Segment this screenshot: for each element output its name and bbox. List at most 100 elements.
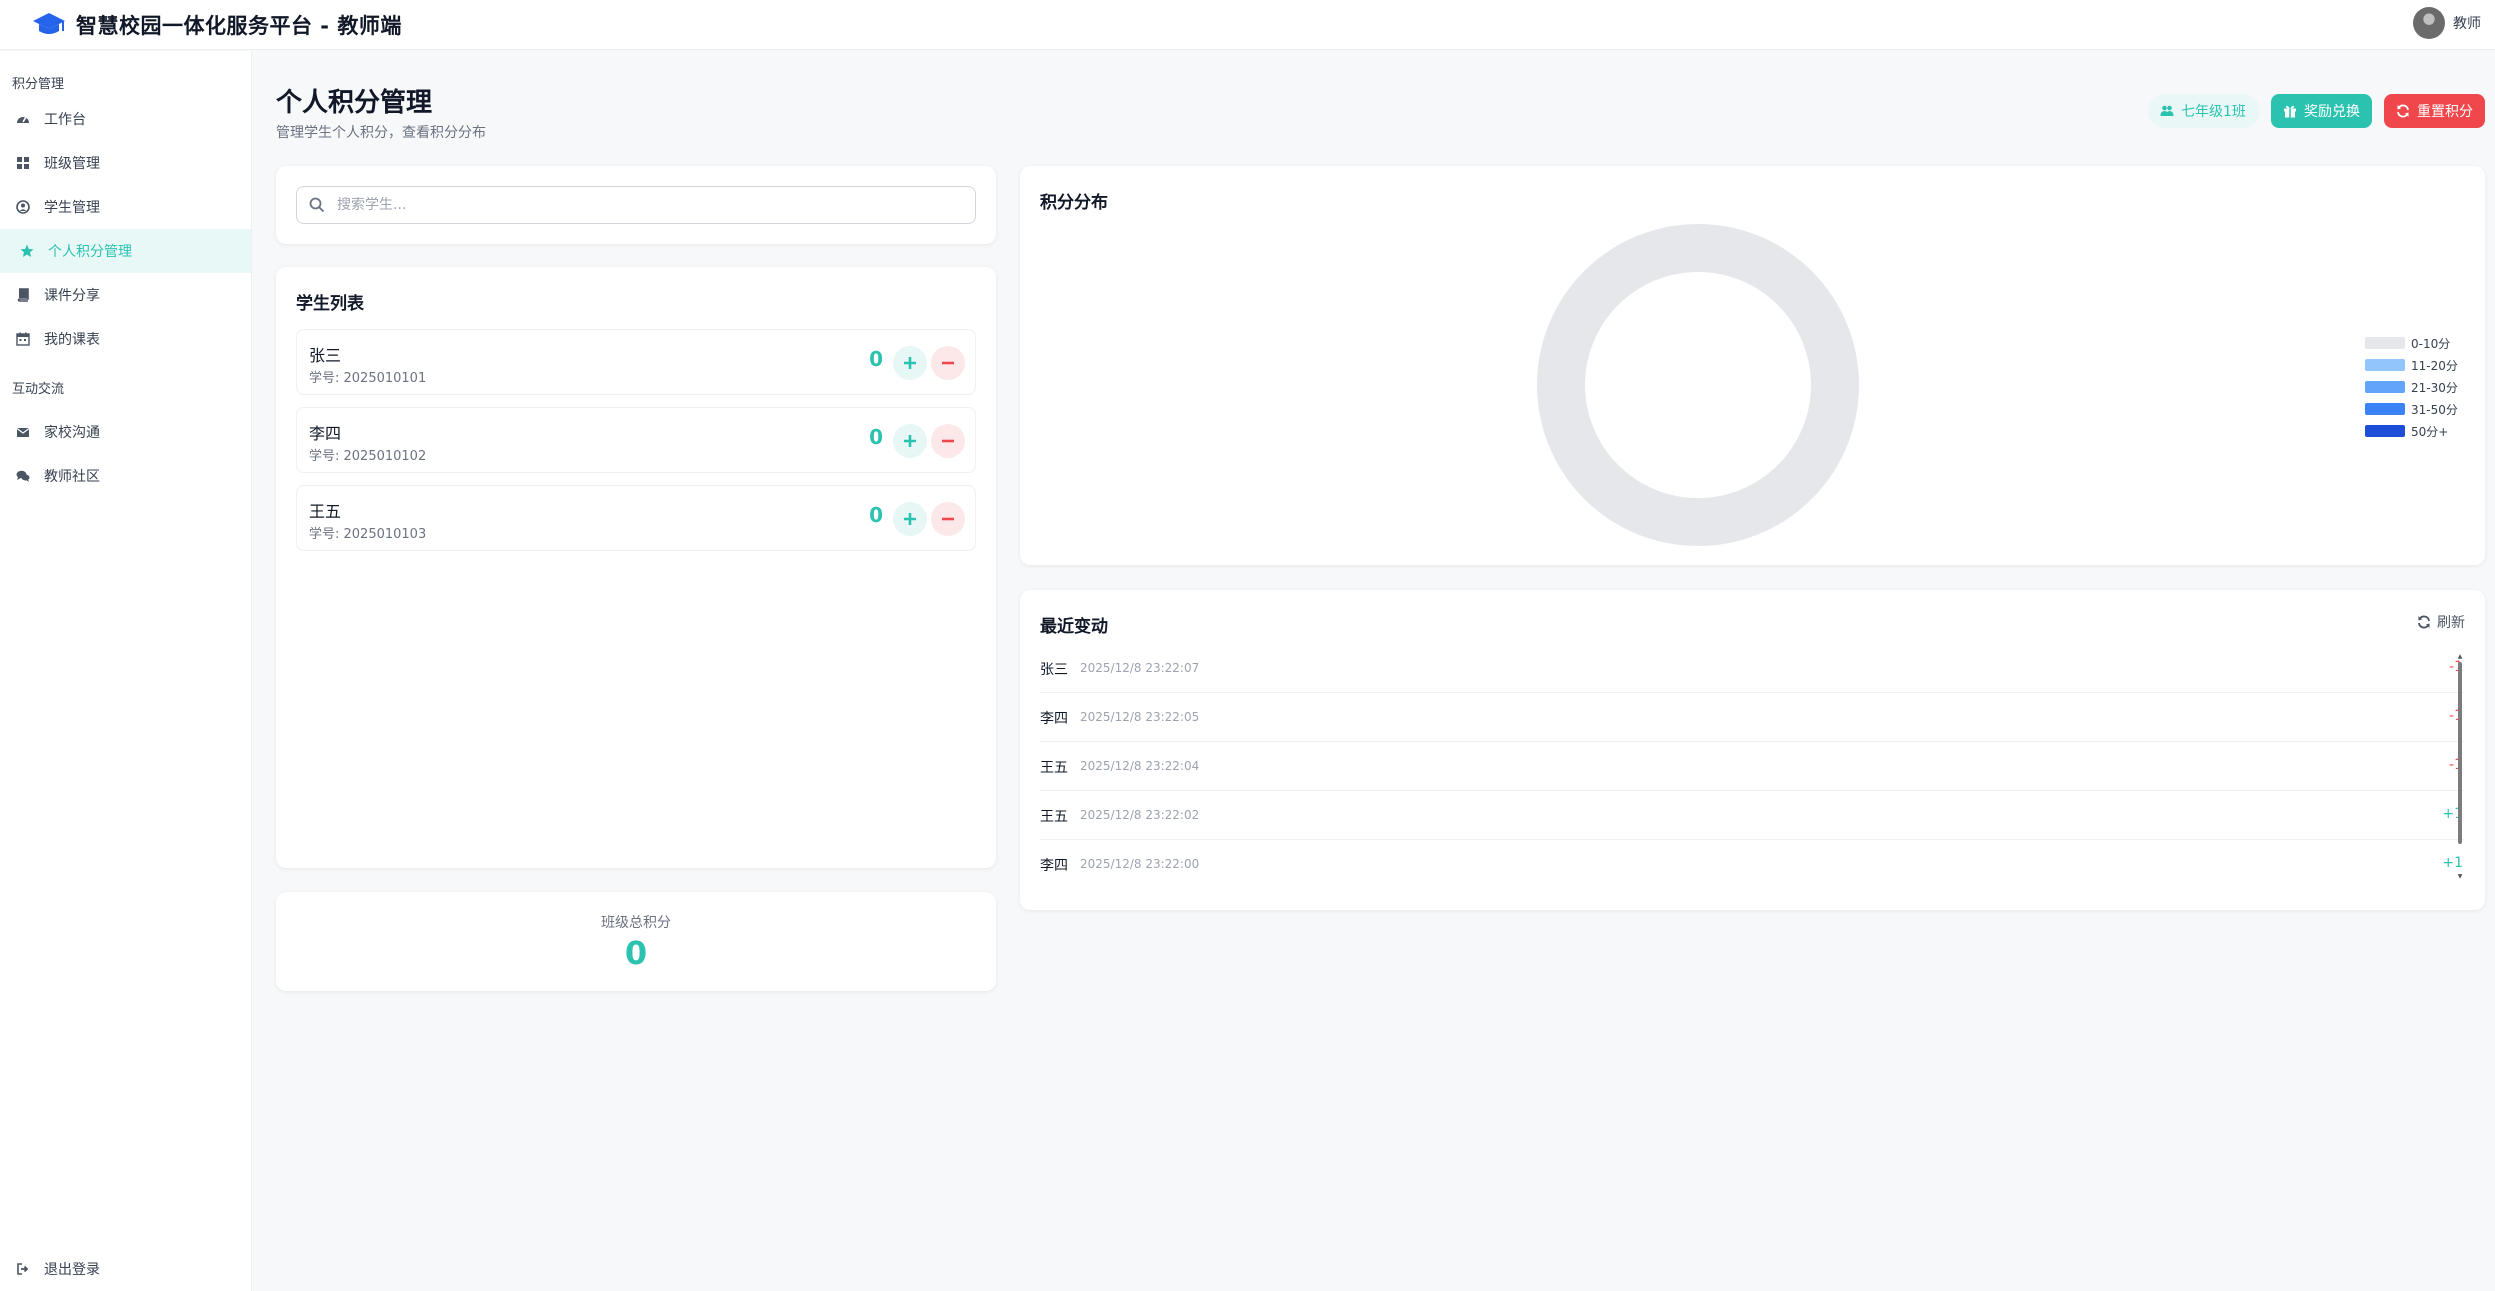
reset-points-button[interactable]: 重置积分 <box>2384 94 2485 128</box>
dashboard-icon <box>16 112 30 126</box>
recent-scrollbar[interactable]: ▲ ▼ <box>2457 654 2463 880</box>
student-row[interactable]: 张三 学号: 2025010101 0 <box>296 329 976 395</box>
list-item: 王五 2025/12/8 23:22:04 -1 <box>1040 742 2465 791</box>
legend-label: 0-10分 <box>2411 336 2451 351</box>
student-name: 张三 <box>309 346 342 365</box>
legend-swatch <box>2365 337 2405 349</box>
student-score: 0 <box>869 503 883 527</box>
plus-icon <box>904 357 916 369</box>
change-student-name: 王五 <box>1040 809 1068 825</box>
student-score: 0 <box>869 425 883 449</box>
scroll-thumb[interactable] <box>2458 662 2462 844</box>
reward-exchange-button[interactable]: 奖励兑换 <box>2271 94 2372 128</box>
sidebar-item-class[interactable]: 班级管理 <box>0 141 251 185</box>
legend-label: 50分+ <box>2411 424 2449 439</box>
student-row[interactable]: 李四 学号: 2025010102 0 <box>296 407 976 473</box>
scroll-down-arrow-icon[interactable]: ▼ <box>2457 874 2463 880</box>
logout-label: 退出登录 <box>44 1262 100 1278</box>
legend-swatch <box>2365 403 2405 415</box>
grid-icon <box>16 156 30 170</box>
plus-icon <box>904 513 916 525</box>
list-item: 李四 2025/12/8 23:22:05 -1 <box>1040 693 2465 742</box>
student-score: 0 <box>869 347 883 371</box>
legend-item[interactable]: 21-30分 <box>2365 376 2458 398</box>
distribution-donut-chart <box>1537 224 1859 546</box>
student-id: 学号: 2025010102 <box>309 449 427 464</box>
sidebar-group-interaction: 互动交流 <box>12 382 65 397</box>
brand[interactable]: 智慧校园一体化服务平台 - 教师端 <box>32 10 402 40</box>
envelope-icon <box>16 425 30 439</box>
change-time: 2025/12/8 23:22:04 <box>1080 759 1200 773</box>
sidebar: 积分管理 工作台 班级管理 学生管理 个人积分管理 课件分享 我的课表 互动交流… <box>0 51 252 1291</box>
legend-item[interactable]: 0-10分 <box>2365 332 2458 354</box>
list-item: 张三 2025/12/8 23:22:07 -1 <box>1040 644 2465 693</box>
sidebar-item-label: 我的课表 <box>44 332 100 348</box>
minus-icon <box>942 439 954 443</box>
change-time: 2025/12/8 23:22:02 <box>1080 808 1200 822</box>
legend-item[interactable]: 31-50分 <box>2365 398 2458 420</box>
change-student-name: 李四 <box>1040 711 1068 727</box>
pie-slice-0[interactable] <box>1537 224 1859 546</box>
student-list-card: 学生列表 张三 学号: 2025010101 0 李四 学号: 20250101… <box>276 267 996 868</box>
page-title: 个人积分管理 <box>276 88 433 118</box>
sidebar-item-courseware[interactable]: 课件分享 <box>0 273 251 317</box>
class-total-value: 0 <box>624 934 648 972</box>
calendar-icon <box>16 332 30 346</box>
distribution-card: 积分分布 0-10分 11-20分 21-30分 31-50分 50分+ <box>1020 166 2485 565</box>
user-name: 教师 <box>2453 16 2481 32</box>
app-title: 智慧校园一体化服务平台 - 教师端 <box>76 14 402 38</box>
graduation-cap-icon <box>33 13 65 34</box>
change-student-name: 张三 <box>1040 662 1068 678</box>
sidebar-item-schedule[interactable]: 我的课表 <box>0 317 251 361</box>
avatar[interactable] <box>2413 7 2445 39</box>
change-student-name: 李四 <box>1040 858 1068 874</box>
sidebar-item-community[interactable]: 教师社区 <box>0 454 251 498</box>
student-name: 王五 <box>309 502 342 521</box>
subtract-point-button[interactable] <box>931 346 965 380</box>
sidebar-item-label: 班级管理 <box>44 156 100 172</box>
class-select-button[interactable]: 七年级1班 <box>2148 94 2260 128</box>
add-point-button[interactable] <box>893 424 927 458</box>
gift-icon <box>2284 105 2296 118</box>
scroll-up-arrow-icon[interactable]: ▲ <box>2457 654 2463 660</box>
change-student-name: 王五 <box>1040 760 1068 776</box>
reset-points-label: 重置积分 <box>2417 104 2473 120</box>
class-total-card: 班级总积分 0 <box>276 892 996 991</box>
refresh-label: 刷新 <box>2437 615 2465 631</box>
subtract-point-button[interactable] <box>931 424 965 458</box>
legend-item[interactable]: 11-20分 <box>2365 354 2458 376</box>
legend-item[interactable]: 50分+ <box>2365 420 2458 442</box>
legend-label: 11-20分 <box>2411 358 2458 373</box>
search-box[interactable] <box>296 186 976 224</box>
class-total-label: 班级总积分 <box>601 915 671 931</box>
list-item: 李四 2025/12/8 23:22:00 +1 <box>1040 840 2465 889</box>
star-icon <box>20 244 34 258</box>
logout-button[interactable]: 退出登录 <box>0 1247 251 1291</box>
refresh-button[interactable]: 刷新 <box>2417 612 2465 632</box>
sidebar-item-label: 个人积分管理 <box>48 244 132 260</box>
change-time: 2025/12/8 23:22:00 <box>1080 857 1200 871</box>
minus-icon <box>942 517 954 521</box>
refresh-icon <box>2418 615 2430 629</box>
sidebar-item-students[interactable]: 学生管理 <box>0 185 251 229</box>
user-menu[interactable]: 教师 <box>2413 7 2481 39</box>
subtract-point-button[interactable] <box>931 502 965 536</box>
sidebar-item-personal-points[interactable]: 个人积分管理 <box>0 229 251 273</box>
top-bar: 智慧校园一体化服务平台 - 教师端 教师 <box>0 0 2495 50</box>
add-point-button[interactable] <box>893 346 927 380</box>
add-point-button[interactable] <box>893 502 927 536</box>
distribution-title: 积分分布 <box>1040 193 1108 213</box>
users-icon <box>2160 105 2174 116</box>
sidebar-item-dashboard[interactable]: 工作台 <box>0 97 251 141</box>
comments-icon <box>16 469 30 483</box>
list-item: 王五 2025/12/8 23:22:02 +1 <box>1040 791 2465 840</box>
book-icon <box>16 288 30 302</box>
change-time: 2025/12/8 23:22:05 <box>1080 710 1200 724</box>
class-select-label: 七年级1班 <box>2181 104 2246 120</box>
sidebar-item-home-school[interactable]: 家校沟通 <box>0 410 251 454</box>
student-row[interactable]: 王五 学号: 2025010103 0 <box>296 485 976 551</box>
sidebar-item-label: 家校沟通 <box>44 425 100 441</box>
search-input[interactable] <box>337 197 975 213</box>
sidebar-item-label: 教师社区 <box>44 469 100 485</box>
legend-label: 21-30分 <box>2411 380 2458 395</box>
